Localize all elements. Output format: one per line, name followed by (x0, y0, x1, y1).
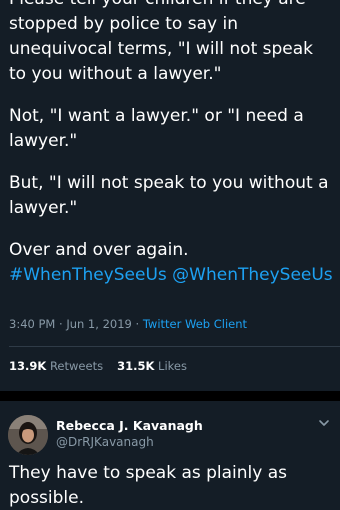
hashtag-link[interactable]: #WhenTheySeeUs (9, 265, 167, 285)
tweet-timestamp: 3:40 PM · Jun 1, 2019 · Twitter Web Clie… (9, 317, 247, 331)
tweet-text: Please tell your children if they are st… (9, 0, 335, 288)
reply-handle[interactable]: @DrRJKavanagh (56, 435, 154, 449)
page: Please tell your children if they are st… (0, 0, 340, 510)
retweets-stat[interactable]: 13.9K Retweets (9, 359, 103, 373)
tweet-time[interactable]: 3:40 PM (9, 317, 55, 331)
tweet-paragraph: Not, "I want a lawyer." or "I need a law… (9, 106, 304, 151)
chevron-down-icon[interactable] (318, 417, 330, 429)
separator: · (55, 317, 67, 331)
tweet-paragraph: Over and over again. (9, 240, 189, 260)
likes-stat[interactable]: 31.5K Likes (117, 359, 187, 373)
divider (9, 346, 340, 347)
tweet-paragraph: Please tell your children if they are st… (9, 0, 314, 84)
retweets-count: 13.9K (9, 359, 47, 373)
likes-count: 31.5K (117, 359, 155, 373)
main-tweet: Please tell your children if they are st… (0, 0, 340, 391)
tweet-source-link[interactable]: Twitter Web Client (143, 317, 247, 331)
reply-display-name[interactable]: Rebecca J. Kavanagh (56, 418, 203, 433)
mention-link[interactable]: @WhenTheySeeUs (172, 265, 333, 285)
reply-tweet[interactable]: Rebecca J. Kavanagh @DrRJKavanagh They h… (0, 401, 340, 510)
separator: · (131, 317, 143, 331)
retweets-label: Retweets (49, 359, 104, 373)
reply-text: They have to speak as plainly as possibl… (9, 463, 288, 508)
tweet-paragraph: But, "I will not speak to you without a … (9, 173, 329, 218)
likes-label: Likes (158, 359, 187, 373)
avatar[interactable] (8, 415, 48, 455)
tweet-stats: 13.9K Retweets 31.5K Likes (9, 359, 187, 373)
tweet-paragraph-with-hashtags: Over and over again. #WhenTheySeeUs @When… (9, 238, 335, 288)
tweet-date[interactable]: Jun 1, 2019 (66, 317, 132, 331)
